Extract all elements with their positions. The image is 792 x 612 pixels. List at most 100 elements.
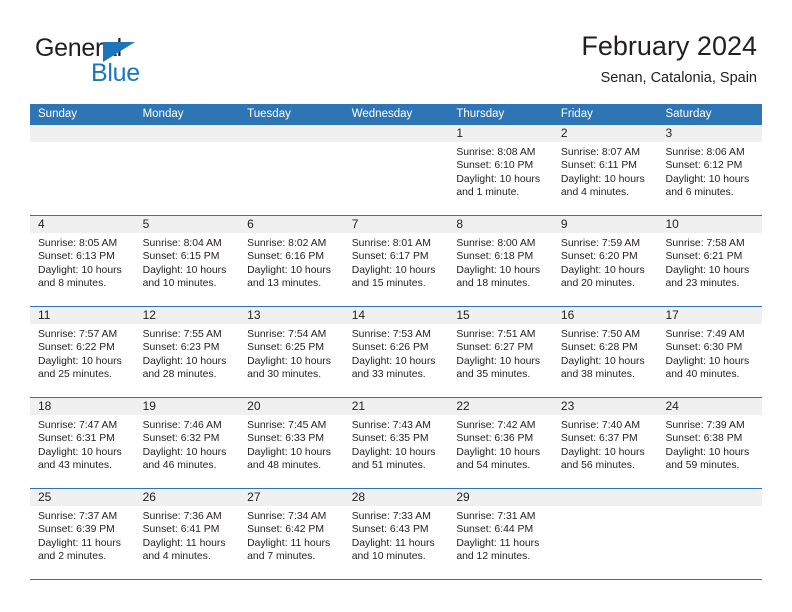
weekday-header-sunday: Sunday: [38, 108, 78, 120]
day-details: Sunrise: 7:34 AM Sunset: 6:42 PM Daylight:…: [239, 506, 344, 564]
day-cell[interactable]: 9 Sunrise: 7:59 AM Sunset: 6:20 PM Daylight…: [552, 216, 658, 306]
day-cell-empty: [552, 489, 658, 579]
daylight-text: Daylight: 10 hours and 25 minutes.: [38, 355, 122, 381]
day-number: 11: [38, 308, 51, 322]
day-cell[interactable]: 8 Sunrise: 8:00 AM Sunset: 6:18 PM Daylight…: [448, 216, 553, 306]
sunset-text: Sunset: 6:22 PM: [38, 342, 115, 354]
sunrise-text: Sunrise: 7:39 AM: [665, 420, 745, 431]
day-cell[interactable]: 22 Sunrise: 7:42 AM Sunset: 6:36 PM Dayligh…: [448, 398, 553, 488]
daylight-text: Daylight: 10 hours and 28 minutes.: [142, 355, 227, 381]
page-subtitle: Senan, Catalonia, Spain: [600, 70, 757, 86]
day-cell[interactable]: 17 Sunrise: 7:49 AM Sunset: 6:30 PM Dayligh…: [657, 307, 763, 397]
daylight-text: Daylight: 10 hours and 10 minutes.: [142, 264, 227, 290]
day-cell[interactable]: 11 Sunrise: 7:57 AM Sunset: 6:22 PM Dayligh…: [30, 307, 135, 397]
day-cell[interactable]: 3 Sunrise: 8:06 AM Sunset: 6:12 PM Daylight…: [657, 125, 763, 215]
day-details: Sunrise: 7:37 AM Sunset: 6:39 PM Daylight:…: [30, 506, 135, 564]
day-number: 28: [351, 490, 366, 504]
daylight-text: Daylight: 10 hours and 54 minutes.: [456, 446, 541, 472]
sunset-text: Sunset: 6:18 PM: [456, 251, 534, 263]
day-cell[interactable]: 4 Sunrise: 8:05 AM Sunset: 6:13 PM Daylight…: [30, 216, 135, 306]
sunset-text: Sunset: 6:17 PM: [351, 251, 429, 263]
daylight-text: Daylight: 11 hours and 4 minutes.: [142, 537, 226, 563]
day-number-band: [30, 125, 135, 142]
day-number: 18: [38, 399, 52, 413]
day-cell[interactable]: 28 Sunrise: 7:33 AM Sunset: 6:43 PM Dayligh…: [343, 489, 449, 579]
daylight-text: Daylight: 10 hours and 23 minutes.: [665, 264, 750, 290]
daylight-text: Daylight: 10 hours and 8 minutes.: [38, 264, 122, 290]
day-cell[interactable]: 24 Sunrise: 7:39 AM Sunset: 6:38 PM Dayligh…: [657, 398, 763, 488]
day-details: Sunrise: 8:08 AM Sunset: 6:10 PM Daylight:…: [448, 142, 553, 200]
day-cell[interactable]: 29 Sunrise: 7:31 AM Sunset: 6:44 PM Dayligh…: [448, 489, 553, 579]
day-details: Sunrise: 8:04 AM Sunset: 6:15 PM Daylight:…: [135, 233, 240, 291]
sunset-text: Sunset: 6:25 PM: [247, 342, 324, 354]
day-cell-empty: [134, 125, 240, 215]
day-cell[interactable]: 15 Sunrise: 7:51 AM Sunset: 6:27 PM Dayligh…: [448, 307, 553, 397]
sunrise-text: Sunrise: 8:01 AM: [351, 238, 431, 249]
sunrise-text: Sunrise: 7:58 AM: [665, 238, 745, 249]
day-number: 19: [142, 399, 156, 413]
day-cell[interactable]: 6 Sunrise: 8:02 AM Sunset: 6:16 PM Daylight…: [239, 216, 344, 306]
week-row: 25 Sunrise: 7:37 AM Sunset: 6:39 PM Dayligh…: [30, 489, 763, 580]
day-details: Sunrise: 7:55 AM Sunset: 6:23 PM Daylight:…: [135, 324, 240, 382]
day-details: Sunrise: 7:57 AM Sunset: 6:22 PM Daylight:…: [30, 324, 135, 382]
sunrise-text: Sunrise: 8:07 AM: [560, 147, 641, 158]
daylight-text: Daylight: 10 hours and 43 minutes.: [38, 446, 122, 472]
week-row: 1 Sunrise: 8:08 AM Sunset: 6:10 PM Daylight…: [30, 125, 763, 216]
sunrise-text: Sunrise: 7:47 AM: [38, 420, 118, 431]
day-cell[interactable]: 23 Sunrise: 7:40 AM Sunset: 6:37 PM Dayligh…: [552, 398, 658, 488]
daylight-text: Daylight: 10 hours and 35 minutes.: [456, 355, 541, 381]
daylight-text: Daylight: 10 hours and 1 minute.: [456, 173, 541, 199]
day-cell[interactable]: 7 Sunrise: 8:01 AM Sunset: 6:17 PM Daylight…: [343, 216, 449, 306]
day-number-band: [657, 125, 763, 142]
sunset-text: Sunset: 6:36 PM: [456, 433, 534, 445]
day-cell-empty: [239, 125, 344, 215]
day-number-band: [552, 125, 658, 142]
sunrise-text: Sunrise: 7:46 AM: [142, 420, 222, 431]
sunrise-text: Sunrise: 7:55 AM: [142, 329, 222, 340]
day-cell-empty: [343, 125, 449, 215]
sunset-text: Sunset: 6:16 PM: [247, 251, 324, 263]
day-cell[interactable]: 1 Sunrise: 8:08 AM Sunset: 6:10 PM Daylight…: [448, 125, 553, 215]
weekday-header-saturday: Saturday: [665, 108, 712, 120]
day-number: 17: [665, 308, 679, 322]
day-cell[interactable]: 16 Sunrise: 7:50 AM Sunset: 6:28 PM Dayligh…: [552, 307, 658, 397]
sunrise-text: Sunrise: 8:08 AM: [456, 147, 536, 158]
sunrise-text: Sunrise: 7:33 AM: [351, 511, 431, 522]
sunset-text: Sunset: 6:38 PM: [665, 433, 743, 445]
sunset-text: Sunset: 6:13 PM: [38, 251, 115, 263]
day-cell[interactable]: 20 Sunrise: 7:45 AM Sunset: 6:33 PM Dayligh…: [239, 398, 344, 488]
day-number: 29: [456, 490, 470, 504]
sunset-text: Sunset: 6:35 PM: [351, 433, 429, 445]
day-number-band: [448, 125, 553, 142]
day-cell[interactable]: 2 Sunrise: 8:07 AM Sunset: 6:11 PM Daylight…: [552, 125, 658, 215]
day-details: Sunrise: 7:36 AM Sunset: 6:41 PM Daylight:…: [135, 506, 240, 564]
day-cell[interactable]: 18 Sunrise: 7:47 AM Sunset: 6:31 PM Dayligh…: [30, 398, 135, 488]
day-number: 24: [665, 399, 679, 413]
sunrise-text: Sunrise: 7:43 AM: [351, 420, 431, 431]
day-cell-empty: [30, 125, 135, 215]
sunrise-text: Sunrise: 7:54 AM: [247, 329, 327, 340]
sunrise-text: Sunrise: 7:53 AM: [351, 329, 431, 340]
day-cell[interactable]: 26 Sunrise: 7:36 AM Sunset: 6:41 PM Dayligh…: [134, 489, 240, 579]
day-details: Sunrise: 7:58 AM Sunset: 6:21 PM Daylight:…: [657, 233, 762, 291]
day-cell[interactable]: 10 Sunrise: 7:58 AM Sunset: 6:21 PM Dayligh…: [657, 216, 763, 306]
day-cell[interactable]: 13 Sunrise: 7:54 AM Sunset: 6:25 PM Dayligh…: [239, 307, 344, 397]
daylight-text: Daylight: 10 hours and 4 minutes.: [560, 173, 645, 199]
day-cell[interactable]: 27 Sunrise: 7:34 AM Sunset: 6:42 PM Dayligh…: [239, 489, 344, 579]
day-details: Sunrise: 7:40 AM Sunset: 6:37 PM Daylight:…: [553, 415, 658, 473]
weekday-header-friday: Friday: [560, 108, 593, 120]
day-number: 1: [456, 126, 463, 140]
day-cell[interactable]: 5 Sunrise: 8:04 AM Sunset: 6:15 PM Daylight…: [134, 216, 240, 306]
day-cell[interactable]: 14 Sunrise: 7:53 AM Sunset: 6:26 PM Dayligh…: [343, 307, 449, 397]
day-cell[interactable]: 21 Sunrise: 7:43 AM Sunset: 6:35 PM Dayligh…: [343, 398, 449, 488]
sunset-text: Sunset: 6:28 PM: [560, 342, 638, 354]
brand-logo: General Blue: [35, 34, 245, 87]
day-cell[interactable]: 19 Sunrise: 7:46 AM Sunset: 6:32 PM Dayligh…: [134, 398, 240, 488]
day-number: 16: [560, 308, 575, 322]
day-cell[interactable]: 12 Sunrise: 7:55 AM Sunset: 6:23 PM Dayligh…: [134, 307, 240, 397]
day-details: Sunrise: 7:54 AM Sunset: 6:25 PM Daylight:…: [239, 324, 344, 382]
sunset-text: Sunset: 6:27 PM: [456, 342, 534, 354]
day-cell[interactable]: 25 Sunrise: 7:37 AM Sunset: 6:39 PM Dayligh…: [30, 489, 135, 579]
sunrise-text: Sunrise: 7:34 AM: [247, 511, 327, 522]
day-number-band: [448, 216, 553, 233]
